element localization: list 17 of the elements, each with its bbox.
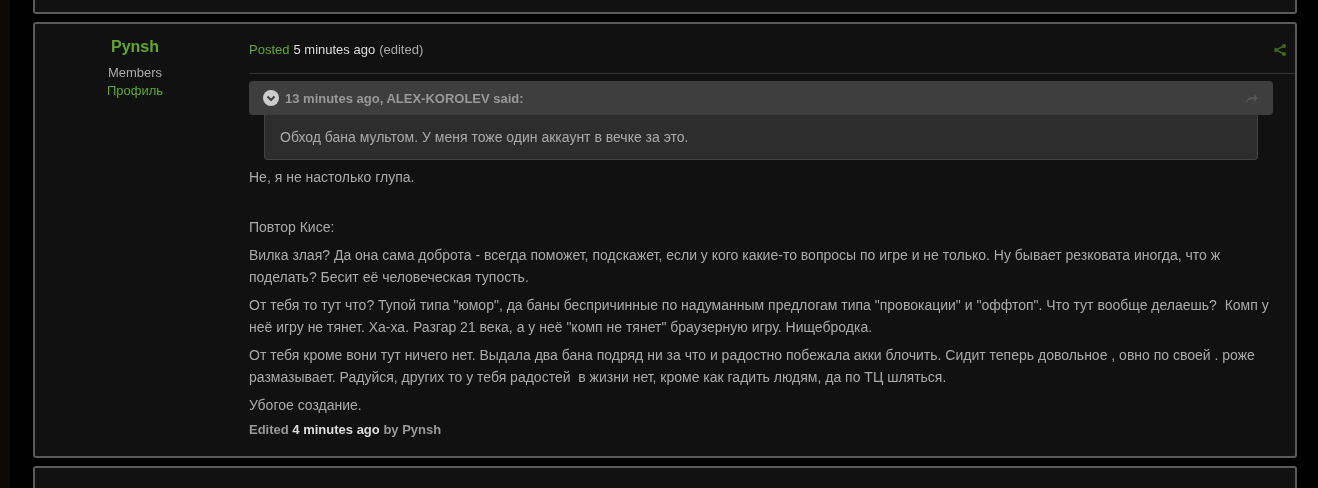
quote-attribution: 13 minutes ago, ALEX-KOROLEV said: — [285, 90, 524, 106]
profile-link[interactable]: Профиль — [106, 82, 164, 100]
paragraph: От тебя то тут что? Тупой типа "юмор", да баны беспричинные по надуманным предлогам типа "провокации" и "оффтоп". Что тут вообще делаешь? Комп у неё игру не тянет. Ха-ха. Разгар 21 века, а у неё "комп не тянет" браузерную игру. Нищебродка. — [249, 296, 1270, 337]
edit-note: Edited 4 minutes ago by Pynsh — [249, 422, 443, 437]
paragraph: Вилка злая? Да она сама доброта - всегда поможет, подскажет, если у кого какие-то вопросы по игре и не только. Ну бывает резковата иногда, что ж поделать? Бесит её человеческая тупость. — [249, 246, 1222, 287]
quote-text: Обход бана мультом. У меня тоже один аккаунт в вечке за это. — [264, 115, 1258, 160]
paragraph: Убогое создание. — [249, 396, 363, 415]
paragraph: От тебя кроме вони тут ничего нет. Выдала два бана подряд ни за что и радостно побежала акки блочить. Сидит теперь довольное , овно по своей . роже размазывает. Радуйся, других то у тебя радостей в жизни нет, кроме как гадить людям, да по ТЦ шляться. — [249, 346, 1256, 387]
edited-tag: (edited) — [379, 42, 424, 57]
member-group: Members — [107, 64, 163, 82]
author-name[interactable]: Pynsh — [111, 38, 159, 56]
chevron-down-icon[interactable] — [263, 90, 279, 106]
paragraph: Не, я не настолько глупа. — [249, 168, 416, 187]
posted-label: Posted — [249, 42, 290, 57]
paragraph: Повтор Кисе: — [249, 218, 336, 237]
share-icon[interactable] — [1274, 43, 1286, 56]
post-time[interactable]: 5 minutes ago — [293, 42, 376, 57]
